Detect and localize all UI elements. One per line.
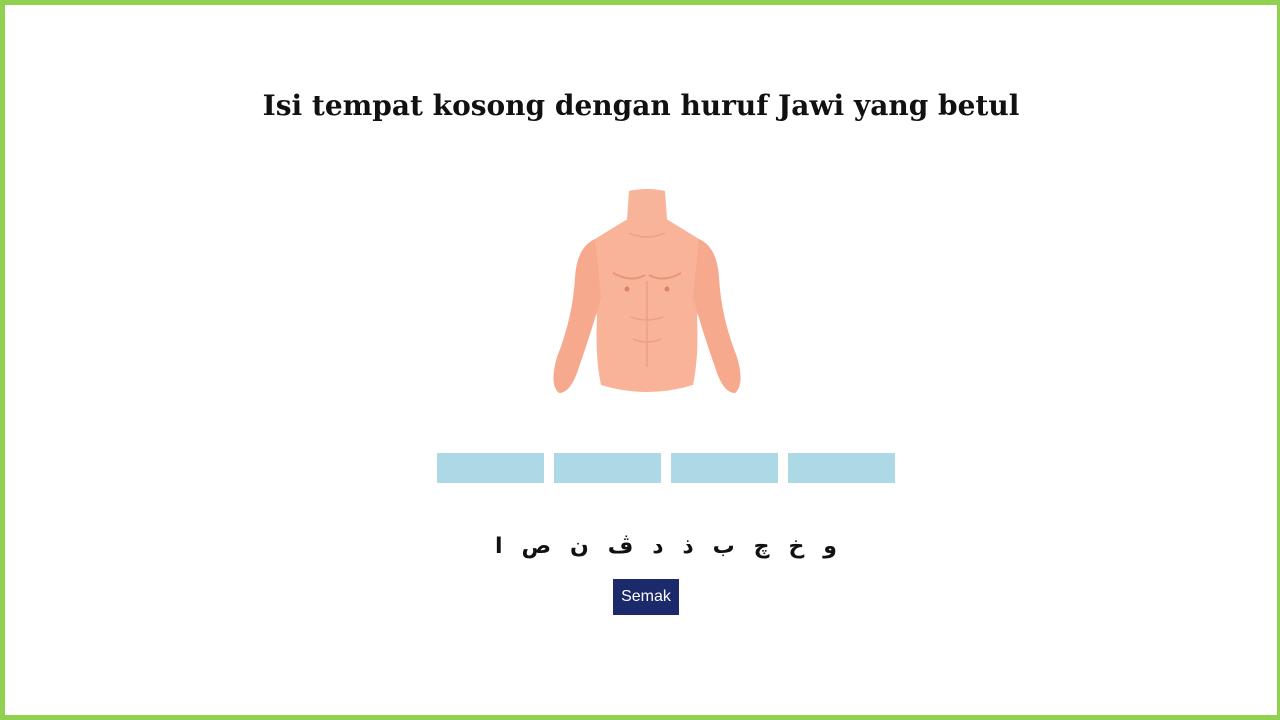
answer-slot-3[interactable] — [671, 453, 778, 483]
torso-illustration — [553, 189, 741, 393]
letter-bank: و خ چ ب ذ د ڤ ن ص ا — [493, 527, 839, 567]
slide-frame: Isi tempat kosong dengan huruf Jawi yang… — [0, 0, 1280, 720]
check-button[interactable]: Semak — [613, 579, 679, 615]
answer-slot-1[interactable] — [437, 453, 544, 483]
page-title: Isi tempat kosong dengan huruf Jawi yang… — [262, 89, 1020, 122]
letter-tile[interactable]: و — [821, 527, 839, 567]
letter-tile[interactable]: ذ — [680, 527, 695, 567]
letter-tile[interactable]: ص — [519, 527, 553, 567]
letter-tile[interactable]: ب — [711, 527, 737, 567]
letter-tile[interactable]: ا — [493, 527, 505, 567]
answer-slots — [437, 453, 895, 483]
letter-tile[interactable]: ن — [568, 527, 591, 567]
letter-tile[interactable]: ڤ — [606, 527, 636, 567]
torso-image — [531, 157, 763, 427]
letter-tile[interactable]: چ — [752, 527, 772, 567]
letter-tile[interactable]: خ — [786, 527, 806, 567]
answer-slot-2[interactable] — [554, 453, 661, 483]
letter-tile[interactable]: د — [650, 527, 665, 567]
answer-slot-4[interactable] — [788, 453, 895, 483]
